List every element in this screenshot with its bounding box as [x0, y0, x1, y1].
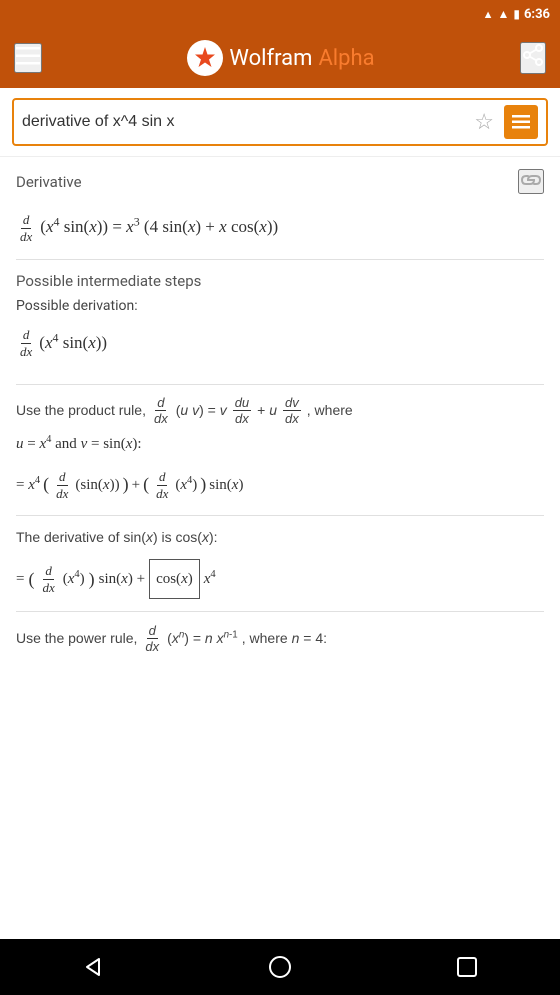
derivative-section-header: Derivative: [0, 156, 560, 200]
steps-title: Possible intermediate steps: [16, 272, 544, 290]
logo-wolfram-text: Wolfram: [229, 46, 312, 71]
wifi-icon: ▲: [483, 8, 494, 21]
app-header: WolframAlpha: [0, 28, 560, 88]
hamburger-button[interactable]: [14, 43, 42, 73]
where-text: , where: [307, 395, 353, 426]
logo-alpha-text: Alpha: [318, 46, 374, 71]
d-dx-fraction: d dx: [16, 208, 36, 245]
logo-star-icon: [187, 40, 223, 76]
link-button[interactable]: [518, 169, 544, 194]
step2-text: The derivative of sin(x) is cos(x):: [16, 526, 544, 550]
search-bar: ☆: [12, 98, 548, 146]
recents-button[interactable]: [437, 943, 497, 991]
steps-section: Possible intermediate steps Possible der…: [0, 260, 560, 383]
status-time: 6:36: [524, 7, 550, 22]
step3-block: Use the power rule, d dx (xn) = n xn-1 ,…: [0, 612, 560, 666]
home-button[interactable]: [250, 943, 310, 991]
favorite-button[interactable]: ☆: [470, 105, 498, 139]
content-area: Derivative d dx (x4 sin(x)) = x3 (4 sin(…: [0, 156, 560, 939]
derivative-formula: d dx (x4 sin(x)) = x3 (4 sin(x) + x cos(…: [16, 208, 544, 245]
status-icons: ▲ ▲ ▮ 6:36: [483, 7, 550, 22]
step3-text: Use the power rule, d dx (xn) = n xn-1 ,…: [16, 622, 544, 656]
bottom-nav: [0, 939, 560, 995]
derivative-title: Derivative: [16, 173, 82, 191]
step1-text: Use the product rule, d dx (u v) = v du …: [16, 395, 544, 427]
step2-result: = ( d dx (x4) ) sin(x) + cos(x) x4: [16, 558, 544, 601]
logo: WolframAlpha: [187, 40, 374, 76]
search-input[interactable]: [22, 113, 464, 131]
signal-icon: ▲: [497, 7, 509, 21]
step1-block: Use the product rule, d dx (u v) = v du …: [0, 385, 560, 515]
battery-icon: ▮: [513, 7, 520, 21]
derivation-formula: d dx (x4 sin(x)): [16, 324, 544, 361]
search-container: ☆: [0, 88, 560, 156]
input-menu-button[interactable]: [504, 105, 538, 139]
derivative-formula-block: d dx (x4 sin(x)) = x3 (4 sin(x) + x cos(…: [0, 200, 560, 259]
step1-result: = x4 ( d dx (sin(x)) ) + ( d dx (x4) ) s…: [16, 465, 544, 505]
share-button[interactable]: [520, 42, 546, 74]
status-bar: ▲ ▲ ▮ 6:36: [0, 0, 560, 28]
back-button[interactable]: [63, 943, 123, 991]
steps-subtitle: Possible derivation:: [16, 298, 544, 314]
step2-block: The derivative of sin(x) is cos(x): = ( …: [0, 516, 560, 611]
step1-condition: u = x4 and v = sin(x):: [16, 431, 544, 458]
